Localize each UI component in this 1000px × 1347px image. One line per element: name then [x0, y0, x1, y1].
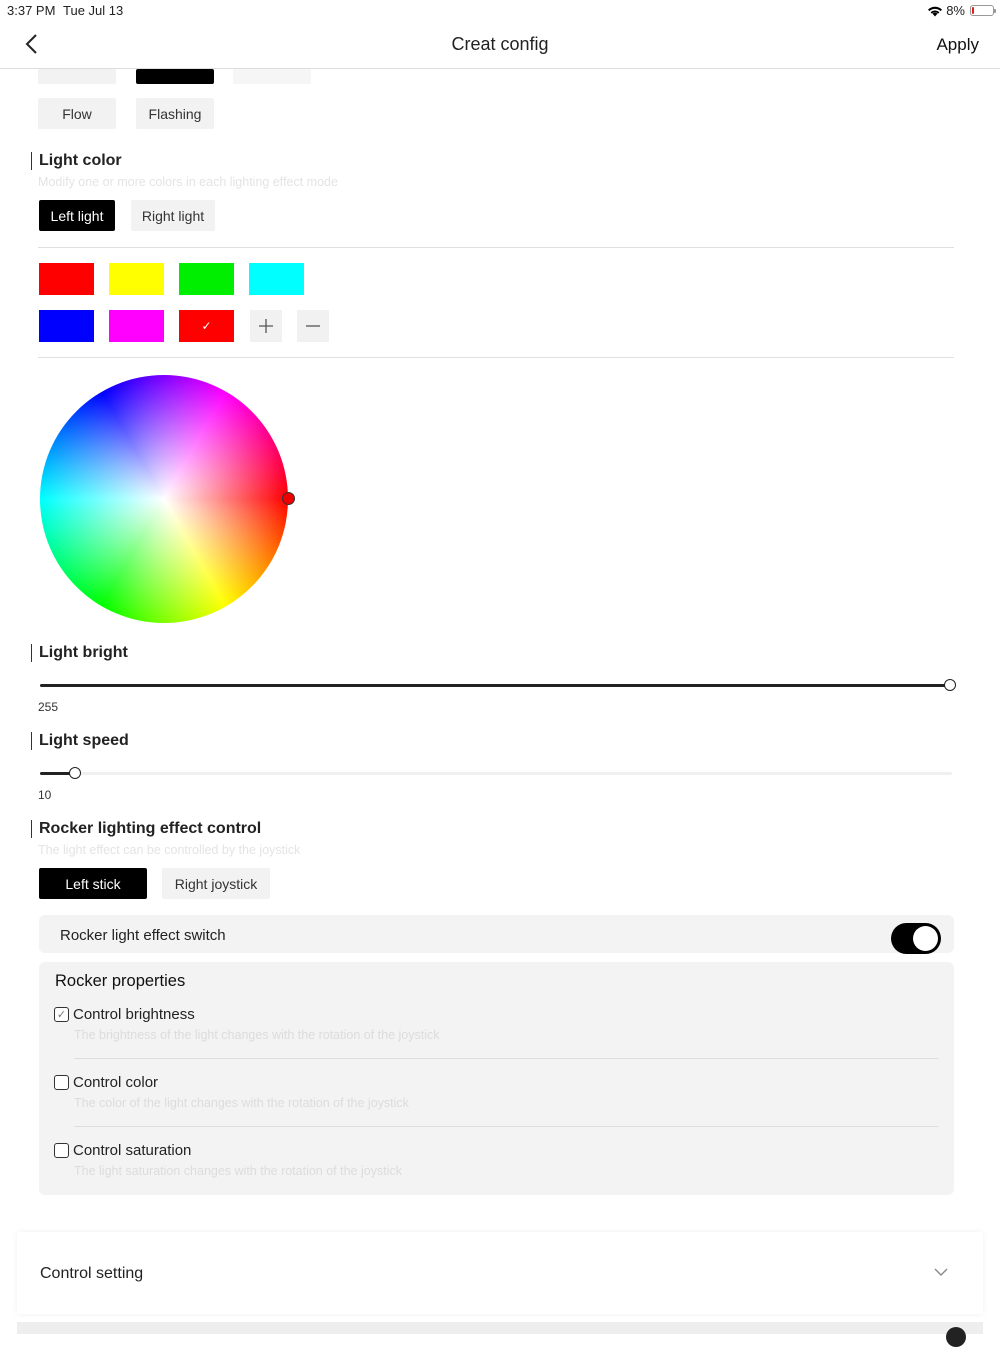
- color-swatch[interactable]: [249, 263, 304, 295]
- tab-right-light[interactable]: Right light: [131, 200, 215, 231]
- minus-icon: [306, 325, 320, 327]
- status-time: 3:37 PM: [7, 3, 56, 18]
- next-card-peek: [17, 1322, 983, 1334]
- color-swatch[interactable]: [179, 263, 234, 295]
- mode-chip-hidden-3[interactable]: [233, 69, 311, 84]
- divider: [74, 1058, 938, 1059]
- light-color-title: Light color: [31, 152, 122, 170]
- speed-slider-track[interactable]: [40, 772, 952, 775]
- battery-percent: 8%: [946, 3, 965, 18]
- speed-value: 10: [38, 788, 52, 802]
- color-swatch[interactable]: [39, 263, 94, 295]
- rocker-properties-panel: Rocker properties ✓ Control brightness T…: [39, 962, 954, 1195]
- rocker-hint: The light effect can be controlled by th…: [38, 843, 301, 857]
- rocker-effect-toggle[interactable]: [891, 923, 941, 954]
- check-icon: ✓: [56, 1009, 67, 1021]
- rocker-switch-label: Rocker light effect switch: [60, 927, 226, 944]
- mode-chip-flow[interactable]: Flow: [38, 98, 116, 129]
- mode-chip-hidden-1[interactable]: [38, 69, 116, 84]
- color-swatch[interactable]: [39, 310, 94, 342]
- rocker-title: Rocker lighting effect control: [31, 820, 261, 838]
- chevron-down-icon: [934, 1268, 948, 1276]
- light-bright-title: Light bright: [31, 644, 128, 662]
- add-color-button[interactable]: [250, 310, 282, 342]
- page-title: Creat config: [451, 34, 549, 54]
- rocker-properties-title: Rocker properties: [55, 972, 186, 990]
- next-card-toggle-peek: [946, 1327, 966, 1347]
- mode-chip-hidden-active[interactable]: [136, 69, 214, 84]
- nav-bar: Creat config Apply: [0, 22, 1000, 69]
- divider: [38, 247, 954, 248]
- tab-right-joystick[interactable]: Right joystick: [162, 868, 270, 899]
- check-icon: ✓: [201, 319, 212, 333]
- status-right: 8%: [927, 3, 996, 18]
- control-setting-label: Control setting: [40, 1265, 144, 1282]
- light-color-hint: Modify one or more colors in each lighti…: [38, 175, 338, 189]
- status-date: Tue Jul 13: [63, 3, 124, 18]
- tab-left-stick[interactable]: Left stick: [39, 868, 147, 899]
- remove-color-button[interactable]: [297, 310, 329, 342]
- checkbox-control-brightness[interactable]: ✓: [54, 1007, 69, 1022]
- divider: [38, 357, 954, 358]
- control-setting-card[interactable]: Control setting: [17, 1232, 983, 1314]
- rocker-switch-row: Rocker light effect switch: [39, 915, 954, 954]
- color-wheel[interactable]: [40, 375, 288, 623]
- control-brightness-label: Control brightness: [73, 1006, 195, 1023]
- checkbox-control-color[interactable]: [54, 1075, 69, 1090]
- mode-chip-flashing[interactable]: Flashing: [136, 98, 214, 129]
- plus-icon: [259, 319, 273, 333]
- color-swatch[interactable]: [109, 310, 164, 342]
- brightness-value: 255: [38, 700, 59, 714]
- control-saturation-desc: The light saturation changes with the ro…: [74, 1164, 402, 1178]
- checkbox-control-saturation[interactable]: [54, 1143, 69, 1158]
- brightness-slider-fill: [40, 684, 950, 687]
- wifi-icon: [928, 6, 943, 16]
- control-saturation-label: Control saturation: [73, 1142, 192, 1159]
- apply-button[interactable]: Apply: [936, 35, 979, 55]
- color-swatch-selected[interactable]: ✓: [179, 310, 234, 342]
- battery-icon: [970, 5, 996, 16]
- divider: [74, 1126, 938, 1127]
- color-wheel-handle[interactable]: [282, 492, 295, 505]
- brightness-slider-thumb[interactable]: [944, 679, 956, 691]
- control-brightness-desc: The brightness of the light changes with…: [74, 1028, 440, 1042]
- status-bar: 3:37 PM Tue Jul 13 8%: [0, 0, 1000, 22]
- control-color-label: Control color: [73, 1074, 159, 1091]
- tab-left-light[interactable]: Left light: [39, 200, 115, 231]
- light-speed-title: Light speed: [31, 732, 129, 750]
- color-swatch[interactable]: [109, 263, 164, 295]
- toggle-knob: [913, 926, 938, 951]
- control-color-desc: The color of the light changes with the …: [74, 1096, 409, 1110]
- speed-slider-thumb[interactable]: [69, 767, 81, 779]
